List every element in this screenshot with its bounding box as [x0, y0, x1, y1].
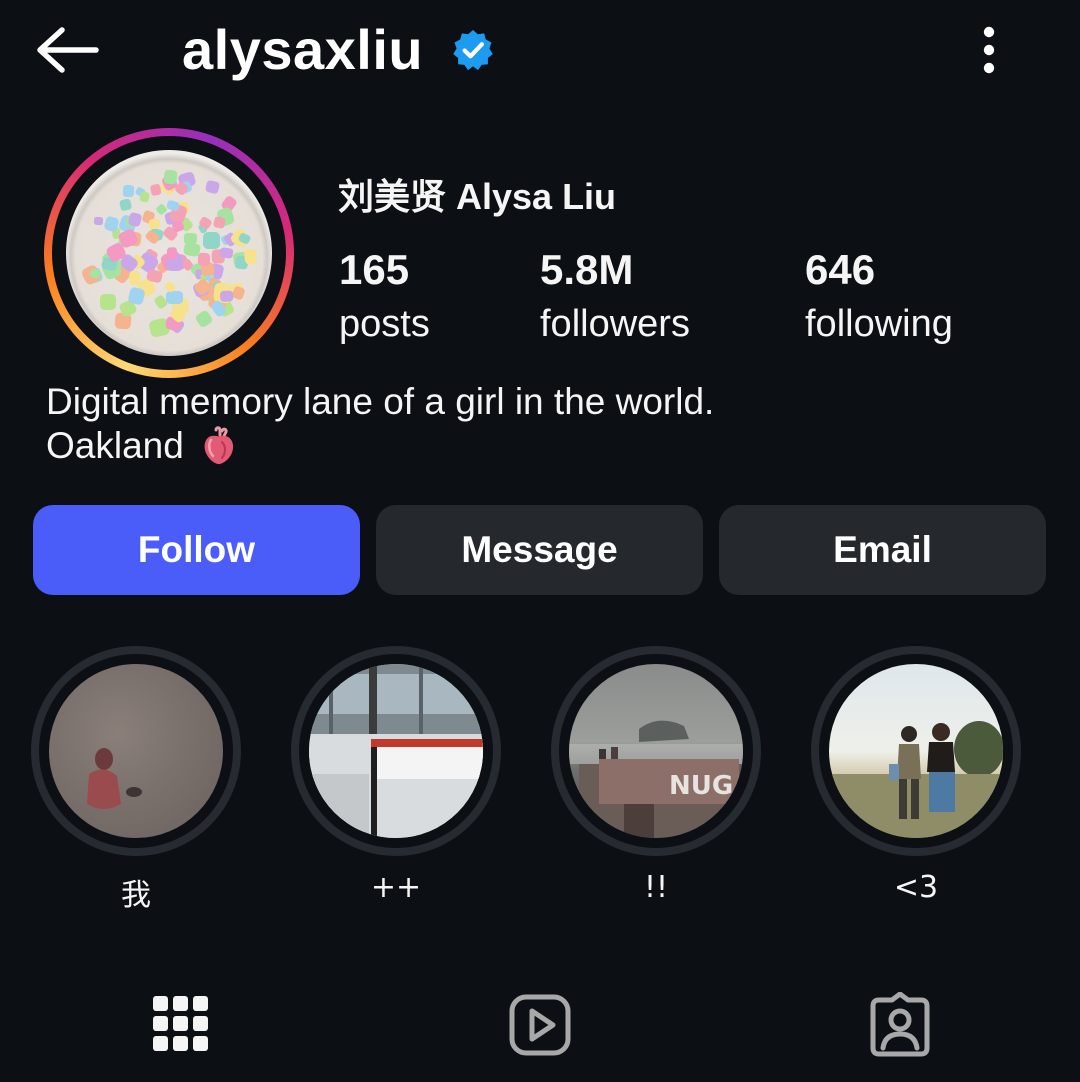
cereal-piece — [122, 184, 134, 198]
cereal-piece — [128, 271, 141, 287]
graffiti-art: NUG — [669, 771, 733, 801]
arrow-left-icon[interactable] — [32, 22, 104, 78]
cereal-piece — [212, 216, 226, 229]
grid-cell — [193, 1016, 208, 1031]
grid-cell — [173, 1036, 188, 1051]
profile-full-name: 刘美贤 Alysa Liu — [338, 176, 617, 217]
bio-location: Oakland — [46, 425, 184, 466]
stat-posts[interactable]: 165 posts — [339, 244, 430, 352]
profile-username: alysaxliu — [182, 18, 424, 81]
stat-following-count: 646 — [805, 246, 876, 293]
highlight-cover-art: NUG — [569, 720, 743, 838]
vertical-ellipsis-icon[interactable] — [966, 24, 1012, 76]
stat-followers[interactable]: 5.8M followers — [540, 244, 690, 352]
profile-bio: Digital memory lane of a girl in the wor… — [46, 380, 1046, 468]
highlight-cover-image — [49, 664, 223, 838]
highlight-cover-image: NUG — [569, 664, 743, 838]
cereal-piece — [93, 216, 104, 226]
avatar-image — [66, 150, 272, 356]
bio-line-1: Digital memory lane of a girl in the wor… — [46, 381, 715, 422]
cereal-piece — [243, 247, 257, 264]
cereal-piece — [219, 290, 233, 303]
follow-button[interactable]: Follow — [33, 505, 360, 595]
grid-icon[interactable] — [147, 992, 213, 1058]
cereal-piece — [203, 232, 221, 250]
grid-cell — [153, 1016, 168, 1031]
highlight-cover-image — [309, 664, 483, 838]
reels-icon[interactable] — [507, 992, 573, 1058]
cereal-piece — [149, 183, 162, 197]
cereal-piece — [166, 291, 183, 305]
grid-cell — [173, 996, 188, 1011]
grid-cell — [153, 1036, 168, 1051]
email-button[interactable]: Email — [719, 505, 1046, 595]
cereal-piece — [204, 179, 220, 195]
highlight-cover-art — [87, 748, 142, 809]
cereal-piece — [163, 168, 179, 185]
stat-following-label: following — [805, 303, 953, 345]
profile-page: alysaxliu 刘美贤 Alysa Liu 165 posts 5.8M f… — [0, 0, 1080, 1082]
bio-line-2: Oakland — [46, 424, 1046, 468]
grid-cell — [153, 996, 168, 1011]
cereal-piece — [183, 241, 202, 257]
verified-badge-icon — [453, 30, 493, 71]
stat-followers-count: 5.8M — [540, 246, 634, 293]
cereal-piece — [119, 198, 133, 212]
stat-posts-label: posts — [339, 303, 430, 345]
message-button[interactable]: Message — [376, 505, 703, 595]
tagged-icon[interactable] — [867, 992, 933, 1058]
cereal-piece — [194, 309, 214, 329]
highlight-label: !! — [643, 870, 669, 905]
cereal-piece — [100, 293, 116, 310]
cereal-piece — [197, 252, 210, 267]
highlight-cover-image — [829, 664, 1003, 838]
cereal-piece — [166, 247, 178, 260]
stat-posts-count: 165 — [339, 246, 410, 293]
highlight-cover-art — [309, 664, 483, 838]
anatomical-heart-icon — [204, 426, 234, 465]
cereal-piece — [127, 211, 143, 227]
stat-following[interactable]: 646 following — [805, 244, 953, 352]
avatar[interactable] — [44, 128, 294, 378]
grid-cell — [173, 1016, 188, 1031]
highlight-cover-art — [829, 721, 1003, 838]
grid-cell — [193, 1036, 208, 1051]
highlight-label: 我 — [121, 878, 151, 913]
grid-cell — [193, 996, 208, 1011]
highlight-label: ++ — [370, 870, 422, 905]
cereal-piece — [138, 191, 150, 203]
cereal-piece — [148, 219, 160, 230]
stat-followers-label: followers — [540, 303, 690, 345]
highlight-label: <3 — [893, 870, 939, 905]
